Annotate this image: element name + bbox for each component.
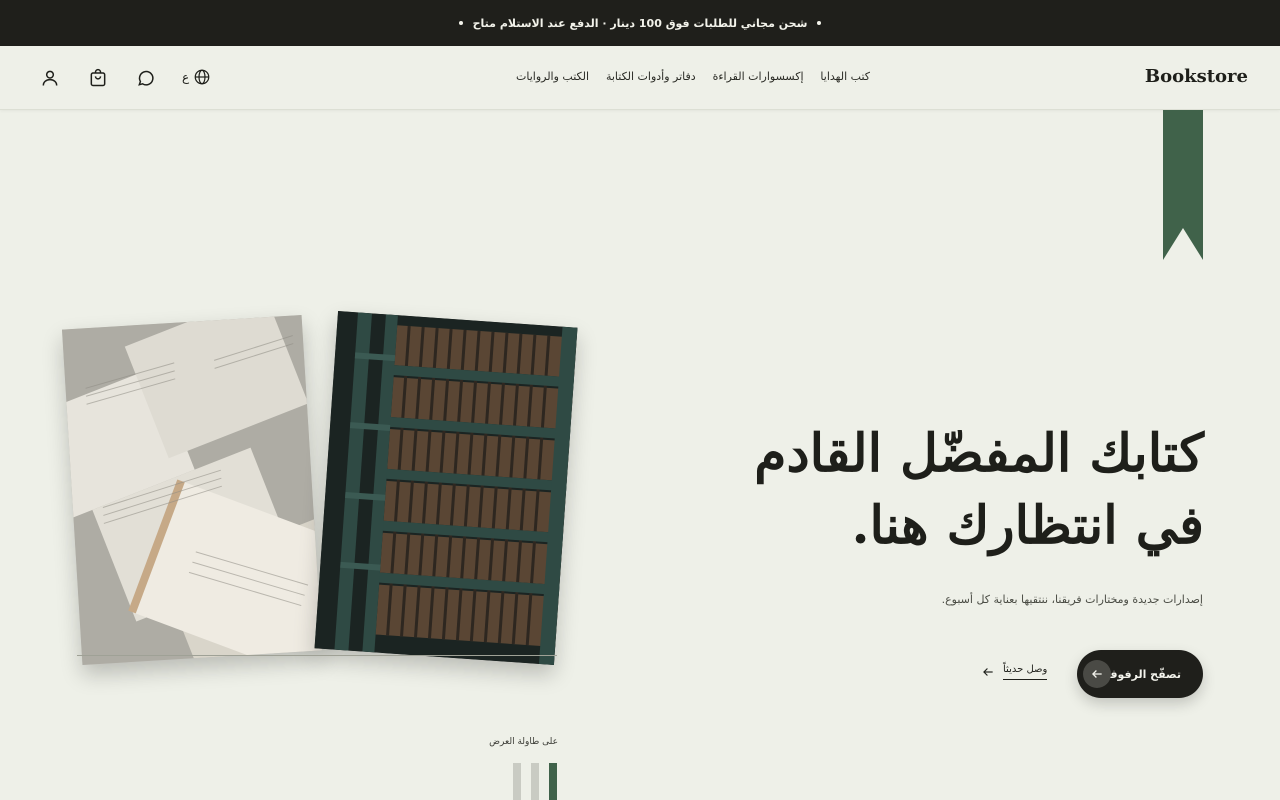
- display-shelf-line: [77, 655, 557, 656]
- slide-indicator-active[interactable]: [549, 763, 557, 800]
- cart-icon[interactable]: [86, 66, 110, 90]
- browse-shelves-label: تصفّح الرفوف: [1104, 667, 1181, 681]
- hero-title: كتابك المفضّل القادم في انتظارك هنا.: [684, 418, 1204, 562]
- bookmark-ribbon: [1163, 110, 1203, 260]
- user-icon[interactable]: [38, 66, 62, 90]
- site-header: Bookstore الكتب والروايات دفاتر وأدوات ا…: [0, 46, 1280, 110]
- main-nav: الكتب والروايات دفاتر وأدوات الكتابة إكس…: [516, 70, 870, 83]
- nav-item-notebooks-writing[interactable]: دفاتر وأدوات الكتابة: [606, 70, 696, 83]
- new-arrivals-link[interactable]: وصل حديثاً: [981, 664, 1048, 680]
- library-shelves-photo: [314, 311, 578, 665]
- slide-indicator[interactable]: [513, 763, 521, 800]
- logo[interactable]: Bookstore: [1145, 66, 1248, 87]
- nav-item-reading-accessories[interactable]: إكسسوارات القراءة: [713, 70, 804, 83]
- language-label: ع: [182, 70, 190, 84]
- hero-title-line-2: في انتظارك هنا.: [851, 495, 1204, 556]
- nav-item-books-novels[interactable]: الكتب والروايات: [516, 70, 589, 83]
- arrow-left-icon: [1083, 660, 1111, 688]
- announcement-bar: شحن مجاني للطلبات فوق 100 دينار · الدفع …: [0, 0, 1280, 46]
- open-books-photo: [61, 314, 323, 666]
- bullet-dot: [458, 21, 463, 25]
- arrow-left-icon: [983, 668, 993, 676]
- new-arrivals-label: وصل حديثاً: [1003, 664, 1048, 680]
- browse-shelves-button[interactable]: تصفّح الرفوف: [1077, 650, 1203, 698]
- language-switcher[interactable]: ع: [182, 68, 211, 86]
- display-table-label: على طاولة العرض: [489, 737, 558, 747]
- bullet-dot: [817, 21, 822, 25]
- slide-indicator[interactable]: [531, 763, 539, 800]
- chat-icon[interactable]: [134, 66, 158, 90]
- hero-subtitle: إصدارات جديدة ومختارات فريقنا، ننتقيها ب…: [941, 593, 1203, 606]
- announcement-text: شحن مجاني للطلبات فوق 100 دينار · الدفع …: [472, 16, 808, 30]
- globe-icon: [194, 69, 210, 85]
- hero-title-line-1: كتابك المفضّل القادم: [754, 423, 1204, 484]
- nav-item-gift-books[interactable]: كتب الهدايا: [820, 70, 870, 83]
